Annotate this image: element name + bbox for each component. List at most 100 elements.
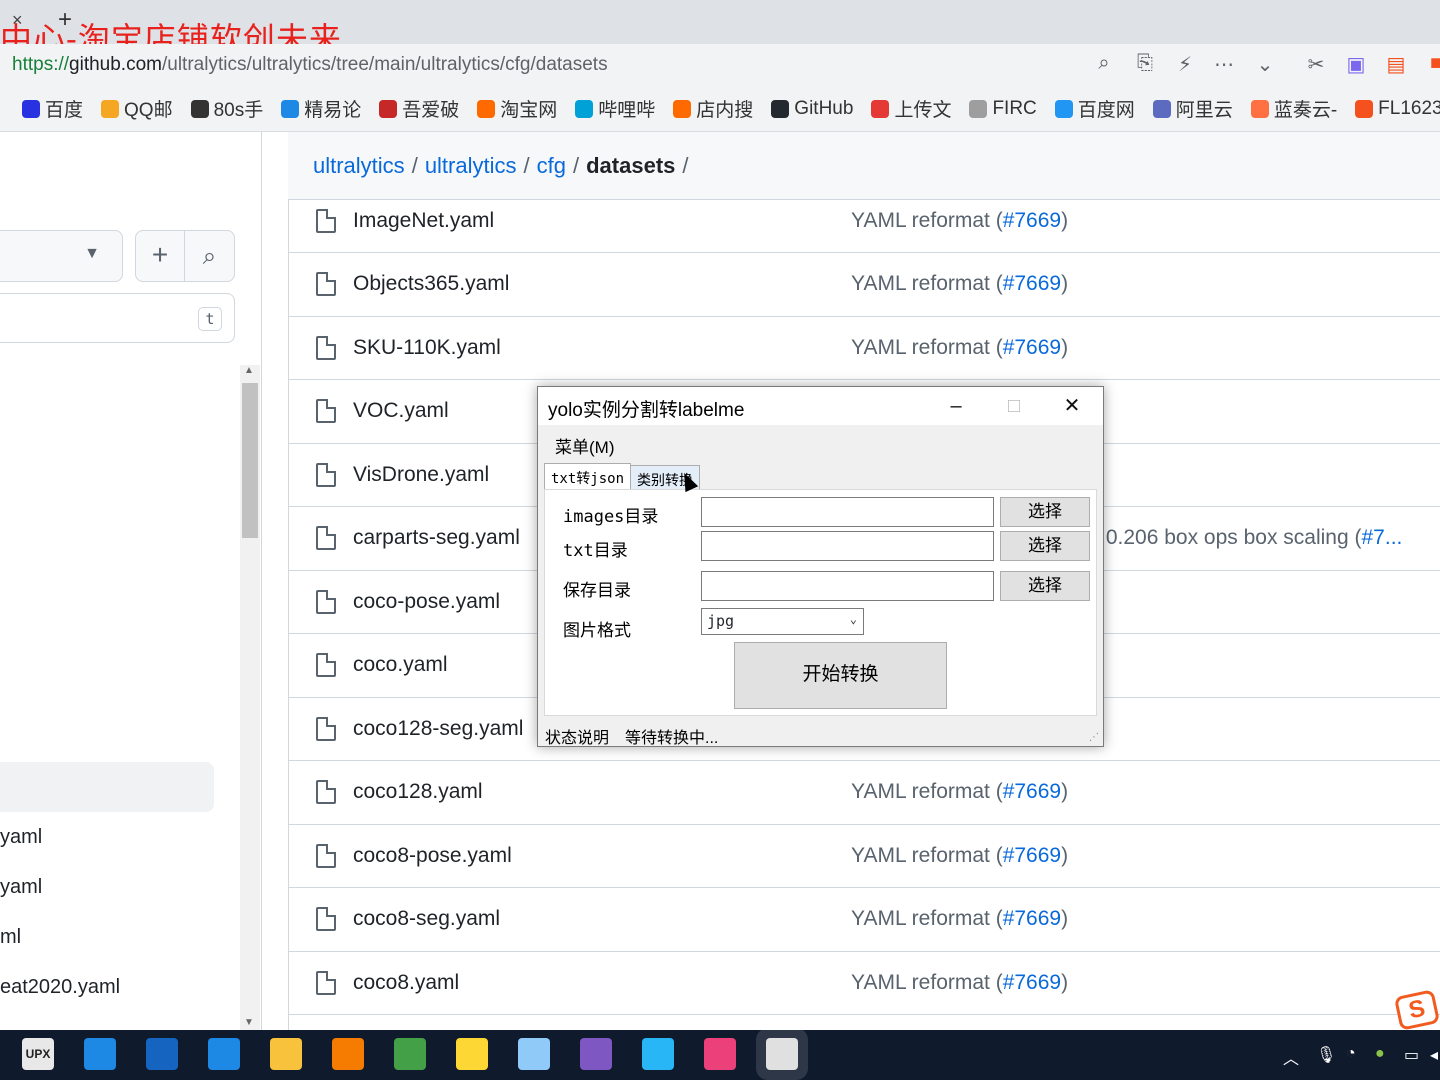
commit-message[interactable]: YAML reformat (#7669) bbox=[851, 780, 1068, 804]
upx-icon[interactable]: UPX bbox=[22, 1038, 54, 1070]
bookmark-item[interactable]: 吾爱破 bbox=[379, 95, 459, 122]
browser-icon[interactable] bbox=[394, 1038, 426, 1070]
save-dir-select-button[interactable]: 选择 bbox=[1000, 571, 1090, 601]
bookmark-item[interactable]: 蓝奏云- bbox=[1250, 95, 1337, 122]
video-icon[interactable] bbox=[704, 1038, 736, 1070]
pull-request-link[interactable]: #7669 bbox=[1003, 272, 1061, 295]
breadcrumb-link-cfg[interactable]: cfg bbox=[537, 153, 566, 178]
player-icon[interactable] bbox=[456, 1038, 488, 1070]
file-row[interactable]: coco8.yaml YAML reformat (#7669) bbox=[288, 952, 1440, 1015]
pull-request-link[interactable]: #7669 bbox=[1003, 971, 1061, 994]
app-window-icon[interactable] bbox=[766, 1038, 798, 1070]
file-name-link[interactable]: Objects365.yaml bbox=[353, 272, 509, 296]
pull-request-link[interactable]: #7669 bbox=[1003, 209, 1061, 232]
url-text[interactable]: https://github.com/ultralytics/ultralyti… bbox=[12, 54, 608, 76]
pull-request-link[interactable]: #7... bbox=[1362, 526, 1403, 549]
file-name-link[interactable]: VOC.yaml bbox=[353, 399, 449, 423]
folder-icon[interactable] bbox=[270, 1038, 302, 1070]
file-row[interactable]: ImageNet.yaml YAML reformat (#7669) bbox=[288, 190, 1440, 253]
scroll-down-icon[interactable]: ▼ bbox=[244, 1017, 254, 1028]
file-name-link[interactable]: coco128.yaml bbox=[353, 780, 483, 804]
bookmark-item[interactable]: 阿里云 bbox=[1152, 95, 1233, 122]
bird-icon[interactable] bbox=[146, 1038, 178, 1070]
commit-message[interactable]: YAML reformat (#7669) bbox=[851, 336, 1068, 360]
sidebar-selected-item[interactable] bbox=[0, 762, 214, 812]
file-row[interactable]: coco8-pose.yaml YAML reformat (#7669) bbox=[288, 825, 1440, 888]
address-bar[interactable]: https://github.com/ultralytics/ultralyti… bbox=[0, 44, 1440, 86]
pull-request-link[interactable]: #7669 bbox=[1003, 780, 1061, 803]
file-name-link[interactable]: coco.yaml bbox=[353, 653, 448, 677]
bookmark-item[interactable]: FL1623 bbox=[1355, 98, 1440, 120]
txt-dir-select-button[interactable]: 选择 bbox=[1000, 531, 1090, 561]
tray-chevron-up-icon[interactable]: ︿ bbox=[1283, 1045, 1299, 1069]
zoom-icon[interactable]: ⌕ bbox=[1090, 52, 1118, 75]
start-convert-button[interactable]: 开始转换 bbox=[734, 642, 947, 709]
minimize-icon[interactable]: – bbox=[933, 391, 979, 421]
breadcrumb-link-repo[interactable]: ultralytics bbox=[425, 153, 517, 178]
file-row[interactable]: coco128.yaml YAML reformat (#7669) bbox=[288, 761, 1440, 825]
speaker-icon[interactable]: ◂ bbox=[1430, 1045, 1438, 1065]
sidebar-file-item[interactable]: yaml bbox=[0, 826, 42, 849]
more-icon[interactable]: ⋯ bbox=[1210, 52, 1238, 77]
translate-icon[interactable]: ⎘ bbox=[1131, 52, 1159, 75]
file-name-link[interactable]: VisDrone.yaml bbox=[353, 463, 489, 487]
security-tray-icon[interactable]: ● bbox=[1375, 1045, 1385, 1063]
pull-request-link[interactable]: #7669 bbox=[1003, 336, 1061, 359]
images-dir-select-button[interactable]: 选择 bbox=[1000, 497, 1090, 527]
shield-icon[interactable] bbox=[208, 1038, 240, 1070]
file-row[interactable]: coco8-seg.yaml YAML reformat (#7669) bbox=[288, 888, 1440, 952]
battery-icon[interactable]: ▭ bbox=[1404, 1045, 1419, 1065]
file-name-link[interactable]: SKU-110K.yaml bbox=[353, 336, 501, 360]
go-to-file-input[interactable]: t bbox=[0, 293, 235, 343]
file-name-link[interactable]: coco8-pose.yaml bbox=[353, 844, 512, 868]
commit-message[interactable]: YAML reformat (#7669) bbox=[851, 272, 1068, 296]
tab-txt-to-json[interactable]: txt转json bbox=[544, 463, 632, 490]
close-icon[interactable]: ✕ bbox=[1049, 391, 1095, 421]
commit-message[interactable]: .0.206 box ops box scaling (#7... bbox=[1100, 526, 1402, 550]
bookmark-item[interactable]: GitHub bbox=[771, 98, 853, 120]
bookmark-item[interactable]: QQ邮 bbox=[101, 95, 173, 122]
bookmark-item[interactable]: 百度网 bbox=[1054, 95, 1135, 122]
save-dir-input[interactable] bbox=[701, 571, 994, 601]
visual-studio-icon[interactable] bbox=[580, 1038, 612, 1070]
bookmark-item[interactable]: FIRC bbox=[969, 98, 1037, 120]
bookmark-item[interactable]: 上传文 bbox=[871, 95, 951, 122]
sidebar-file-item[interactable]: yaml bbox=[0, 876, 42, 899]
notebook-icon[interactable] bbox=[84, 1038, 116, 1070]
file-row[interactable]: SKU-110K.yaml YAML reformat (#7669) bbox=[288, 317, 1440, 380]
search-button[interactable]: ⌕ bbox=[185, 230, 235, 282]
lightning-icon[interactable]: ⚡ bbox=[1171, 52, 1199, 77]
pull-request-link[interactable]: #7669 bbox=[1003, 907, 1061, 930]
translator-extension-icon[interactable]: ▣ bbox=[1342, 52, 1370, 77]
resize-grip-icon[interactable]: ⋰ bbox=[1089, 732, 1099, 743]
bookmark-item[interactable]: 80s手 bbox=[190, 95, 263, 122]
image-format-select[interactable]: jpg ⌄ bbox=[701, 608, 864, 635]
scissors-icon[interactable]: ✂ bbox=[1302, 52, 1330, 77]
sidebar-file-item[interactable]: eat2020.yaml bbox=[0, 976, 120, 999]
file-name-link[interactable]: coco128-seg.yaml bbox=[353, 717, 523, 741]
sidebar-file-item[interactable]: ml bbox=[0, 926, 21, 949]
pull-request-link[interactable]: #7669 bbox=[1003, 844, 1061, 867]
branch-selector[interactable]: ▼ bbox=[0, 230, 123, 282]
commit-message[interactable]: YAML reformat (#7669) bbox=[851, 209, 1068, 233]
add-file-button[interactable]: + bbox=[135, 230, 185, 282]
monkey-icon[interactable] bbox=[332, 1038, 364, 1070]
bookmark-item[interactable]: 店内搜 bbox=[673, 95, 753, 122]
file-name-link[interactable]: carparts-seg.yaml bbox=[353, 526, 520, 550]
bookmark-item[interactable]: 百度 bbox=[22, 95, 83, 122]
twin-icon[interactable] bbox=[642, 1038, 674, 1070]
bookmark-item[interactable]: 淘宝网 bbox=[477, 95, 557, 122]
menu-item[interactable]: 菜单(M) bbox=[555, 433, 614, 458]
file-name-link[interactable]: coco8-seg.yaml bbox=[353, 907, 500, 931]
shop-extension-icon[interactable]: ▤ bbox=[1382, 52, 1410, 77]
commit-message[interactable]: YAML reformat (#7669) bbox=[851, 844, 1068, 868]
paper-plane-icon[interactable] bbox=[518, 1038, 550, 1070]
scroll-up-icon[interactable]: ▲ bbox=[244, 365, 254, 376]
file-name-link[interactable]: coco8.yaml bbox=[353, 971, 459, 995]
chevron-down-icon[interactable]: ⌄ bbox=[1251, 52, 1279, 77]
file-name-link[interactable]: coco-pose.yaml bbox=[353, 590, 500, 614]
images-dir-input[interactable] bbox=[701, 497, 994, 527]
scrollbar-thumb[interactable] bbox=[242, 383, 258, 538]
bookmark-item[interactable]: 精易论 bbox=[281, 95, 361, 122]
network-icon[interactable]: ◔ bbox=[1346, 1045, 1356, 1063]
